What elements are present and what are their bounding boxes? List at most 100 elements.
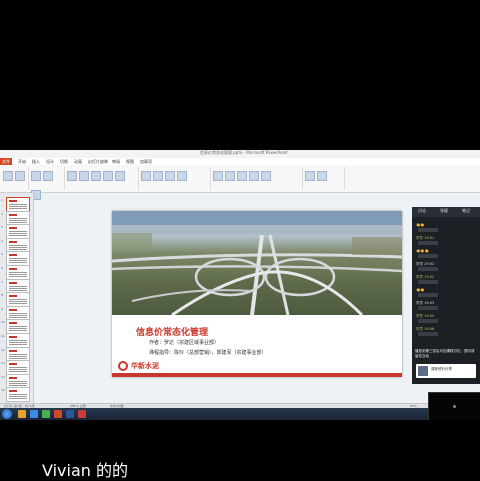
- tab-home[interactable]: 开始: [18, 158, 26, 165]
- logo-text: 华新水泥: [131, 362, 159, 370]
- browser-icon[interactable]: [30, 410, 38, 418]
- chat-message-bubble: [418, 254, 438, 258]
- video-caption: Vivian 的的: [42, 461, 128, 480]
- thumbnail-title-bar: [9, 268, 17, 270]
- shared-file-card[interactable]: 课程资料分享: [416, 364, 476, 378]
- media-icon[interactable]: [78, 410, 86, 418]
- chat-tab-qa[interactable]: 答疑: [440, 208, 448, 214]
- interchange-illustration: [112, 211, 402, 315]
- thumbnail-text-line: [9, 330, 27, 332]
- thumbnail-text-line: [9, 206, 27, 207]
- bullets-icon[interactable]: [141, 171, 151, 181]
- thumbnail-title-bar: [9, 322, 17, 325]
- shape-fill-icon[interactable]: [249, 171, 259, 181]
- chat-message-bubble: [418, 228, 438, 232]
- thumbnail-text-line: [9, 258, 27, 260]
- thumbnail-title-bar: [9, 281, 17, 284]
- thumbnail-text-line: [9, 355, 27, 357]
- layout-icon[interactable]: [43, 171, 53, 181]
- slide-thumbnail-number: 12: [1, 347, 5, 352]
- thumbnail-text-line: [9, 340, 27, 341]
- thumbnail-text-line: [9, 314, 27, 316]
- thumbnail-text-line: [9, 344, 27, 345]
- underline-icon[interactable]: [91, 171, 101, 181]
- thumbnail-title-bar: [9, 200, 17, 202]
- thumbnail-text-line: [9, 369, 27, 371]
- thumbnail-title-bar: [9, 363, 17, 366]
- live-chat-panel: 讨论 答疑 笔记 👏👏 学员 19:01 👏👏👏 学员 19:02 学员 19:02 👏👏…: [412, 207, 480, 384]
- slide-thumbnail-number: 14: [1, 374, 5, 379]
- italic-icon[interactable]: [79, 171, 89, 181]
- font-group: [66, 167, 139, 190]
- thumbnail-text-line: [9, 276, 27, 277]
- thumbnail-text-line: [9, 287, 27, 289]
- paste-icon[interactable]: [3, 171, 13, 181]
- webcam-inset: [428, 392, 480, 420]
- find-icon[interactable]: [305, 171, 315, 181]
- start-button-icon[interactable]: [2, 409, 12, 419]
- font-color-icon[interactable]: [103, 171, 113, 181]
- slide-thumbnail[interactable]: 15: [1, 387, 30, 403]
- clipboard-group: [2, 167, 29, 190]
- powerpoint-icon[interactable]: [54, 410, 62, 418]
- numbering-icon[interactable]: [153, 171, 163, 181]
- quick-styles-icon[interactable]: [237, 171, 247, 181]
- thumbnail-text-line: [9, 262, 27, 264]
- logo-mark-icon: [118, 361, 128, 371]
- folder-icon[interactable]: [18, 410, 26, 418]
- new-slide-icon[interactable]: [31, 171, 41, 181]
- thumbnail-text-line: [9, 342, 27, 343]
- thumbnail-title-bar: [9, 240, 17, 243]
- slide-thumbnail-number: 4: [1, 238, 3, 243]
- thumbnail-text-line: [9, 285, 27, 287]
- chat-message-bubble: [418, 241, 438, 245]
- tab-transitions[interactable]: 切换: [60, 158, 68, 165]
- arrange-icon[interactable]: [225, 171, 235, 181]
- thumbnail-title-bar: [9, 213, 17, 216]
- tab-design[interactable]: 设计: [46, 158, 54, 165]
- bold-icon[interactable]: [67, 171, 77, 181]
- tab-slideshow[interactable]: 幻灯片放映: [88, 158, 108, 165]
- thumbnail-title-bar: [9, 227, 17, 230]
- slide-thumbnail-number: 10: [1, 320, 5, 325]
- tab-review[interactable]: 审阅: [112, 158, 120, 165]
- chat-message-bubble: [418, 306, 438, 310]
- slide-thumbnail-number: 9: [1, 306, 3, 311]
- font-size-icon[interactable]: [115, 171, 125, 181]
- thumbnail-text-line: [9, 235, 27, 237]
- thumbnail-text-line: [9, 301, 27, 303]
- chat-tab-notes[interactable]: 笔记: [462, 208, 470, 214]
- thumbnail-title-bar: [9, 295, 17, 298]
- word-icon[interactable]: [66, 410, 74, 418]
- chat-message-bubble: [418, 293, 438, 297]
- thumbnail-text-line: [9, 316, 27, 318]
- cut-icon[interactable]: [15, 171, 25, 181]
- slides-group: [30, 167, 65, 200]
- app-icon[interactable]: [42, 410, 50, 418]
- thumbnail-text-line: [9, 357, 27, 359]
- shape-outline-icon[interactable]: [261, 171, 271, 181]
- file-card-title: 课程资料分享: [431, 367, 452, 371]
- tab-file[interactable]: 文件: [0, 158, 12, 165]
- current-slide[interactable]: 信息价常态化管理 作者：罗达（宗建区域事业部） 课程指导：陈玲（总部营销），郭建…: [112, 211, 402, 377]
- tab-insert[interactable]: 插入: [32, 158, 40, 165]
- thumbnail-text-line: [9, 382, 27, 384]
- tab-addins[interactable]: 加载项: [140, 158, 152, 165]
- thumbnail-text-line: [9, 396, 27, 398]
- file-thumbnail-icon: [418, 366, 428, 376]
- desktop-screen: 信息价常态化管理.pptx - Microsoft PowerPoint –□×…: [0, 150, 480, 420]
- tab-animations[interactable]: 动画: [74, 158, 82, 165]
- chat-tab-discussion[interactable]: 讨论: [418, 208, 426, 214]
- columns-icon[interactable]: [177, 171, 187, 181]
- thumbnail-text-line: [9, 244, 27, 246]
- align-icon[interactable]: [165, 171, 175, 181]
- thumbnail-text-line: [9, 384, 27, 386]
- slide-thumbnail-number: 1: [1, 198, 3, 202]
- replace-icon[interactable]: [317, 171, 327, 181]
- slide-footer-bar: [112, 373, 402, 377]
- thumbnail-text-line: [9, 272, 27, 273]
- shape-icon[interactable]: [213, 171, 223, 181]
- thumbnail-title-bar: [9, 254, 17, 257]
- tab-view[interactable]: 视图: [126, 158, 134, 165]
- thumbnail-text-line: [9, 246, 27, 248]
